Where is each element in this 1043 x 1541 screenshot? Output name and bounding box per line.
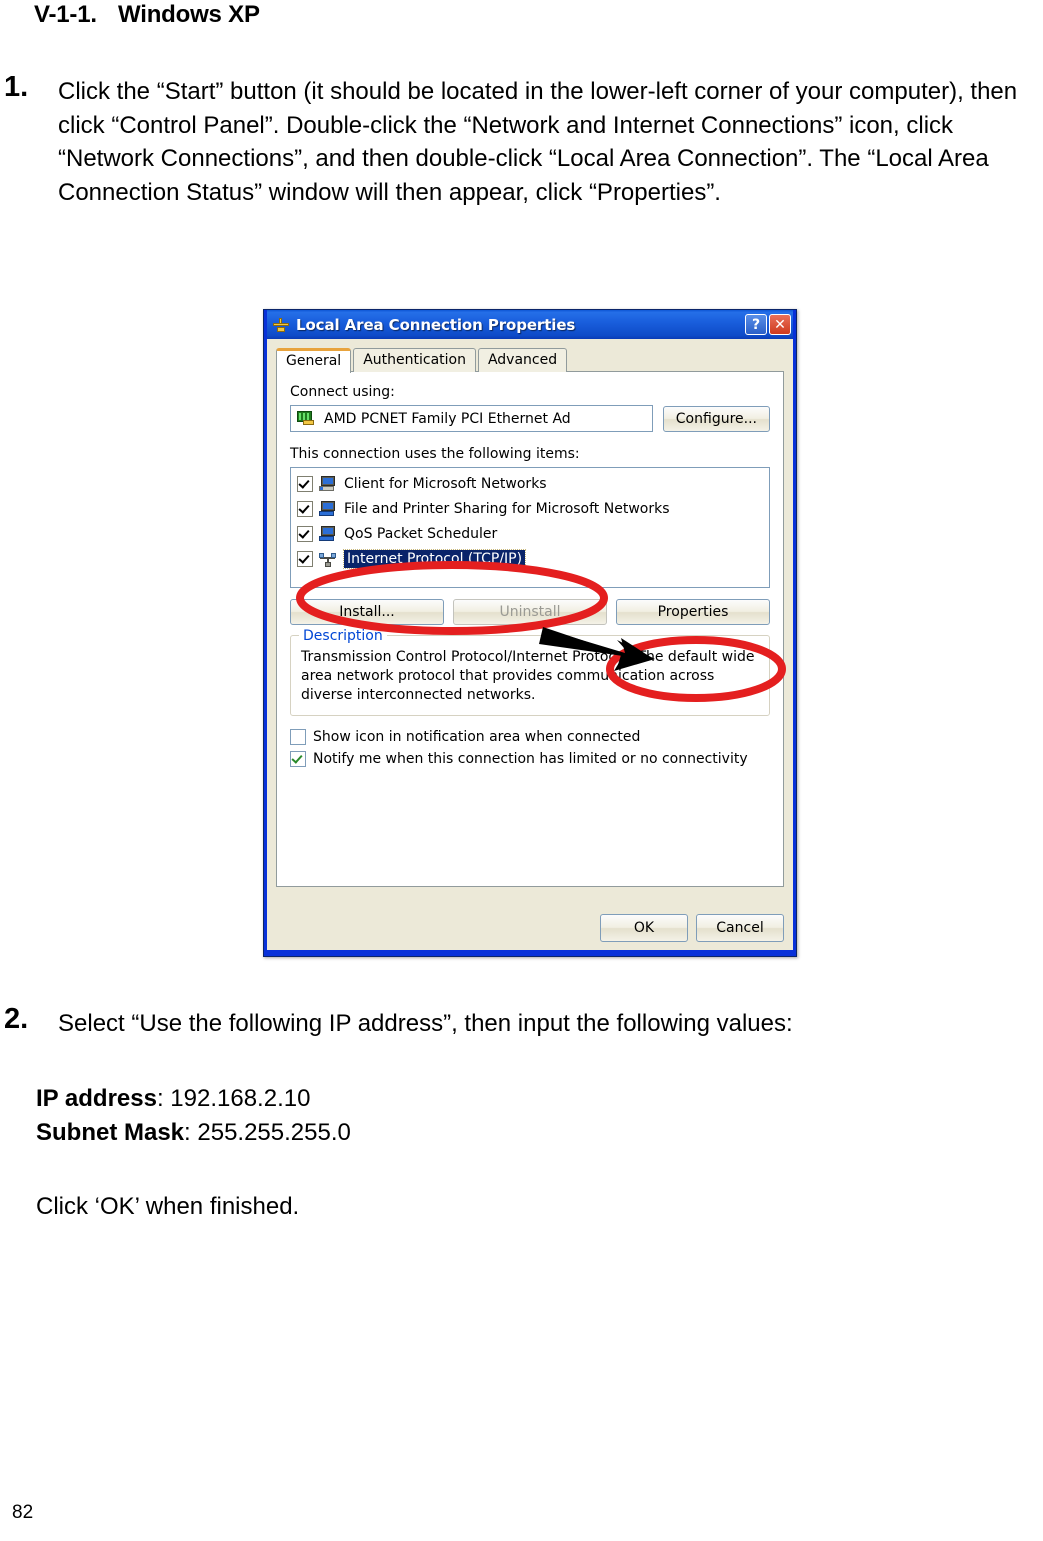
description-title: Description	[299, 627, 387, 646]
ip-address-line: IP address: 192.168.2.10	[36, 1082, 351, 1116]
step-1-number: 1.	[4, 71, 29, 103]
general-tab-panel: Connect using: AMD PCNET Family PCI Ethe…	[276, 371, 784, 887]
notify-checkbox[interactable]	[290, 751, 306, 767]
dialog-title-bar: Local Area Connection Properties ? ✕	[267, 310, 793, 339]
step-2-text: Select “Use the following IP address”, t…	[58, 1010, 793, 1037]
show-icon-label: Show icon in notification area when conn…	[313, 729, 641, 745]
show-icon-option-row[interactable]: Show icon in notification area when conn…	[290, 729, 770, 745]
tab-general[interactable]: General	[276, 348, 352, 373]
list-item[interactable]: Client for Microsoft Networks	[293, 471, 767, 496]
connect-using-label: Connect using:	[290, 384, 395, 400]
protocol-network-icon	[319, 551, 337, 567]
list-item-label: Client for Microsoft Networks	[344, 475, 547, 492]
heading-number: V-1-1.	[34, 1, 97, 28]
list-action-buttons: Install... Uninstall Properties	[290, 599, 770, 625]
closing-instruction: Click ‘OK’ when finished.	[36, 1193, 300, 1220]
connect-using-row: AMD PCNET Family PCI Ethernet Ad Configu…	[290, 405, 770, 432]
checkbox-icon[interactable]	[297, 500, 313, 517]
list-item-label: File and Printer Sharing for Microsoft N…	[344, 500, 670, 517]
subnet-mask-line: Subnet Mask: 255.255.255.0	[36, 1116, 351, 1150]
dialog-footer: OK Cancel	[600, 914, 784, 942]
subnet-mask-label: Subnet Mask	[36, 1119, 185, 1146]
tab-advanced[interactable]: Advanced	[477, 348, 568, 372]
adapter-select[interactable]: AMD PCNET Family PCI Ethernet Ad	[290, 405, 653, 432]
step-2-number: 2.	[4, 1003, 29, 1035]
checkbox-icon[interactable]	[297, 525, 313, 542]
qos-computer-icon	[319, 525, 337, 542]
ip-address-label: IP address	[36, 1085, 157, 1112]
show-icon-checkbox[interactable]	[290, 729, 306, 745]
title-bar-buttons: ? ✕	[745, 314, 791, 335]
ip-values-block: IP address: 192.168.2.10 Subnet Mask: 25…	[36, 1082, 351, 1150]
close-icon[interactable]: ✕	[769, 314, 791, 335]
dialog-body: General Authentication Advanced Connect …	[267, 339, 793, 950]
tab-authentication[interactable]: Authentication	[353, 348, 476, 372]
document-page: V-1-1. Windows XP 1. Click the “Start” bu…	[0, 0, 1043, 1541]
items-label: This connection uses the following items…	[290, 446, 580, 462]
adapter-name: AMD PCNET Family PCI Ethernet Ad	[324, 410, 571, 427]
heading-title: Windows XP	[118, 1, 260, 28]
checkbox-icon[interactable]	[297, 475, 313, 492]
page-heading: V-1-1. Windows XP	[34, 1, 260, 29]
list-item[interactable]: QoS Packet Scheduler	[293, 521, 767, 546]
install-button[interactable]: Install...	[290, 599, 444, 625]
cancel-button[interactable]: Cancel	[696, 914, 784, 942]
tab-strip: General Authentication Advanced	[276, 347, 784, 373]
subnet-mask-value: : 255.255.255.0	[184, 1119, 351, 1146]
list-item-label: QoS Packet Scheduler	[344, 525, 498, 542]
dialog-title: Local Area Connection Properties	[296, 315, 576, 334]
page-number: 82	[12, 1502, 34, 1523]
network-adapter-icon	[297, 411, 315, 426]
ip-address-value: : 192.168.2.10	[156, 1085, 311, 1112]
step-1-text: Click the “Start” button (it should be l…	[58, 78, 1018, 206]
client-computer-icon	[319, 475, 337, 492]
list-item[interactable]: File and Printer Sharing for Microsoft N…	[293, 496, 767, 521]
checkbox-icon[interactable]	[297, 550, 313, 567]
ok-button[interactable]: OK	[600, 914, 688, 942]
properties-button[interactable]: Properties	[616, 599, 770, 625]
network-components-list[interactable]: Client for Microsoft Networks File and P…	[290, 467, 770, 588]
description-group: Description Transmission Control Protoco…	[290, 627, 770, 716]
notify-option-row[interactable]: Notify me when this connection has limit…	[290, 751, 770, 767]
network-connection-icon	[272, 316, 290, 334]
configure-button[interactable]: Configure...	[662, 405, 770, 432]
help-icon[interactable]: ?	[745, 314, 767, 335]
list-item-internet-protocol[interactable]: Internet Protocol (TCP/IP)	[293, 546, 767, 571]
notify-label: Notify me when this connection has limit…	[313, 751, 748, 767]
uninstall-button: Uninstall	[453, 599, 607, 625]
file-sharing-computer-icon	[319, 500, 337, 517]
description-text: Transmission Control Protocol/Internet P…	[301, 649, 755, 703]
local-area-connection-properties-dialog: Local Area Connection Properties ? ✕ Gen…	[263, 309, 797, 957]
list-item-label: Internet Protocol (TCP/IP)	[342, 548, 527, 569]
